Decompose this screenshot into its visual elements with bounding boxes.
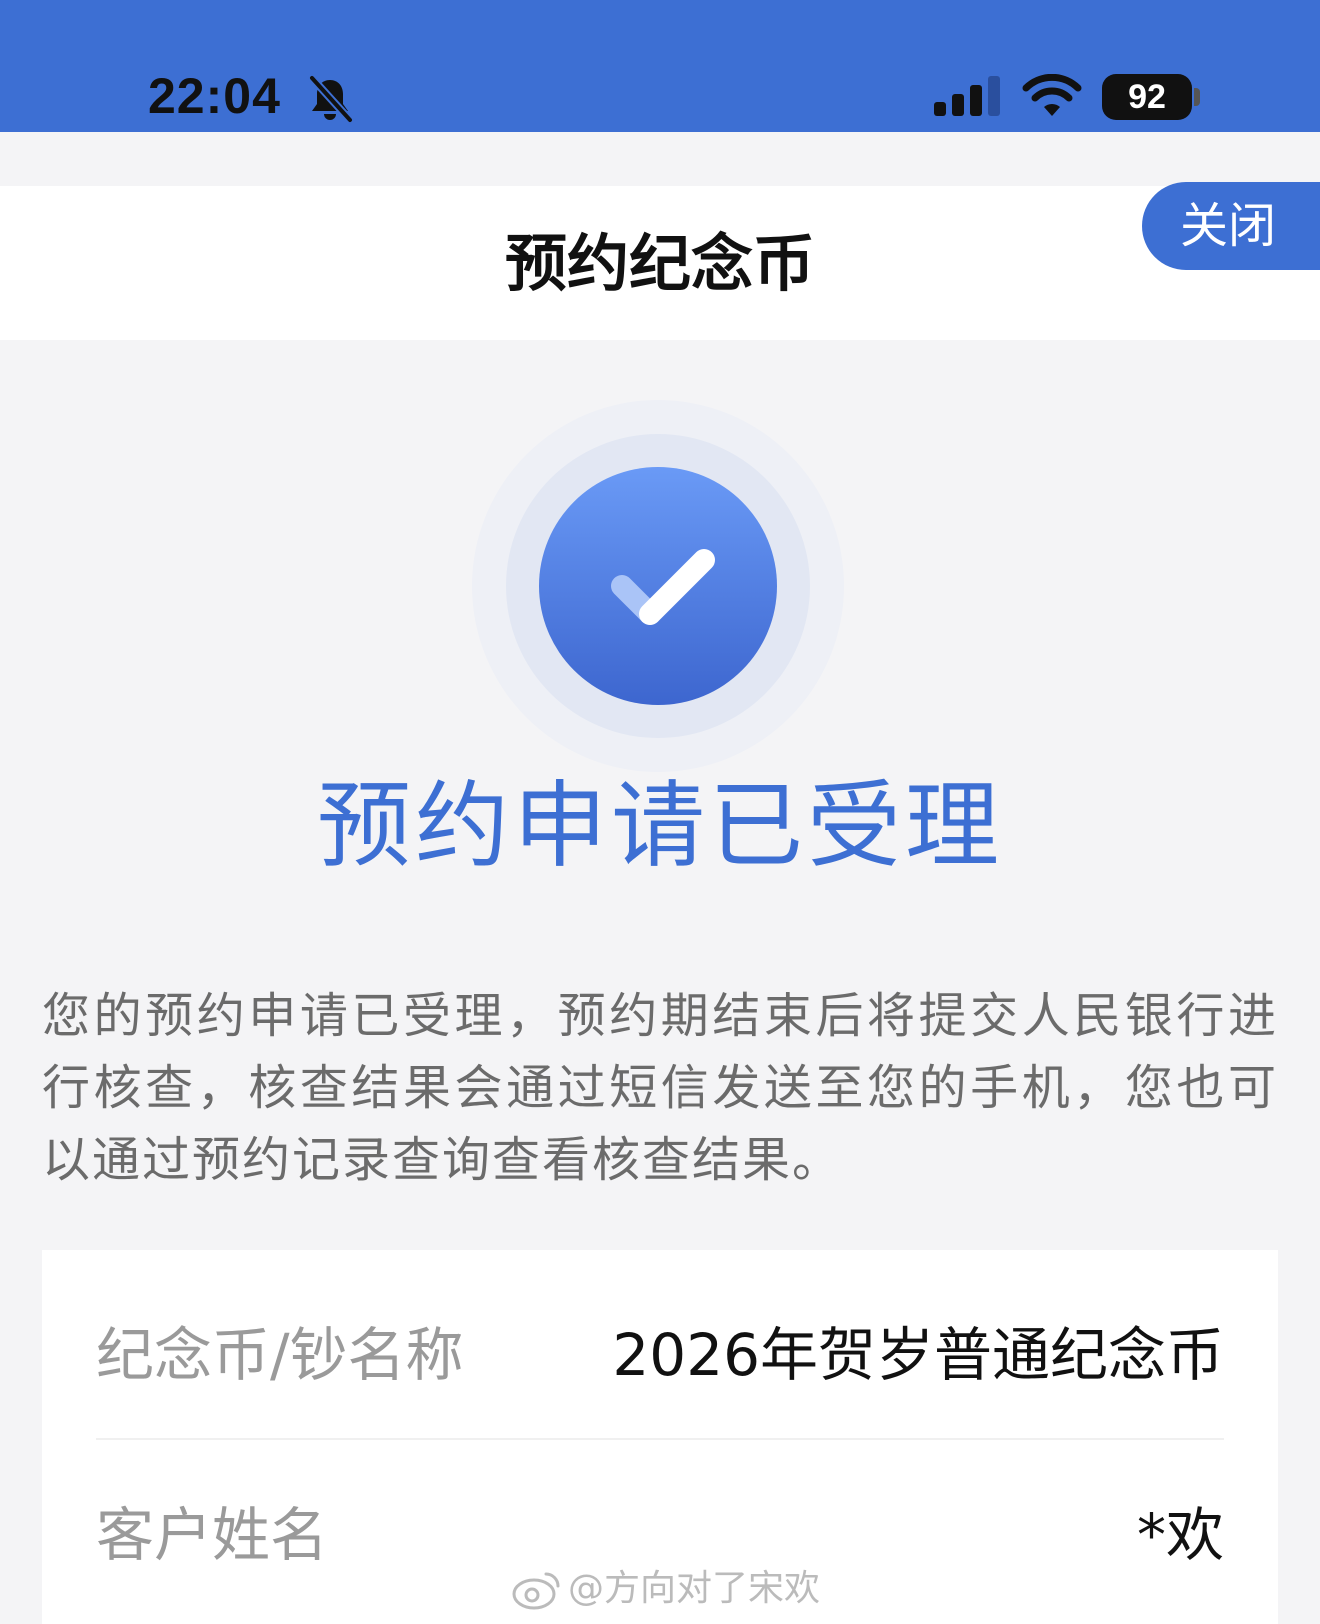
result-description: 您的预约申请已受理，预约期结束后将提交人民银行进行核查，核查结果会通过短信发送至…: [42, 988, 1278, 1188]
watermark-text: @方向对了宋欢: [568, 1568, 821, 1609]
close-button[interactable]: 关闭: [1142, 182, 1320, 270]
info-row-coin-name: 纪念币/钞名称 2026年贺岁普通纪念币: [96, 1250, 1224, 1440]
status-time: 22:04: [148, 68, 281, 124]
success-check-icon: [472, 400, 844, 772]
watermark: @方向对了宋欢: [512, 1566, 820, 1612]
weibo-logo-icon: [512, 1572, 560, 1610]
info-value: *欢: [1136, 1501, 1224, 1569]
page-title: 预约纪念币: [504, 227, 815, 300]
info-label: 客户姓名: [96, 1501, 329, 1569]
battery-level: 92: [1102, 74, 1192, 120]
status-bar: 22:04 92: [0, 0, 1320, 132]
info-value: 2026年贺岁普通纪念币: [612, 1321, 1224, 1389]
result-title: 预约申请已受理: [316, 772, 1003, 881]
info-label: 纪念币/钞名称: [96, 1321, 464, 1389]
battery-icon: 92: [1102, 72, 1202, 122]
wifi-icon: [1022, 74, 1082, 116]
nav-header: 预约纪念币: [0, 186, 1320, 340]
cellular-signal-icon: [934, 76, 1000, 116]
bell-muted-icon: [308, 74, 354, 124]
page: 22:04 92 预约纪念币 关闭 预约申请已受理 您的预约申请已受理，预约期结…: [0, 0, 1320, 1624]
